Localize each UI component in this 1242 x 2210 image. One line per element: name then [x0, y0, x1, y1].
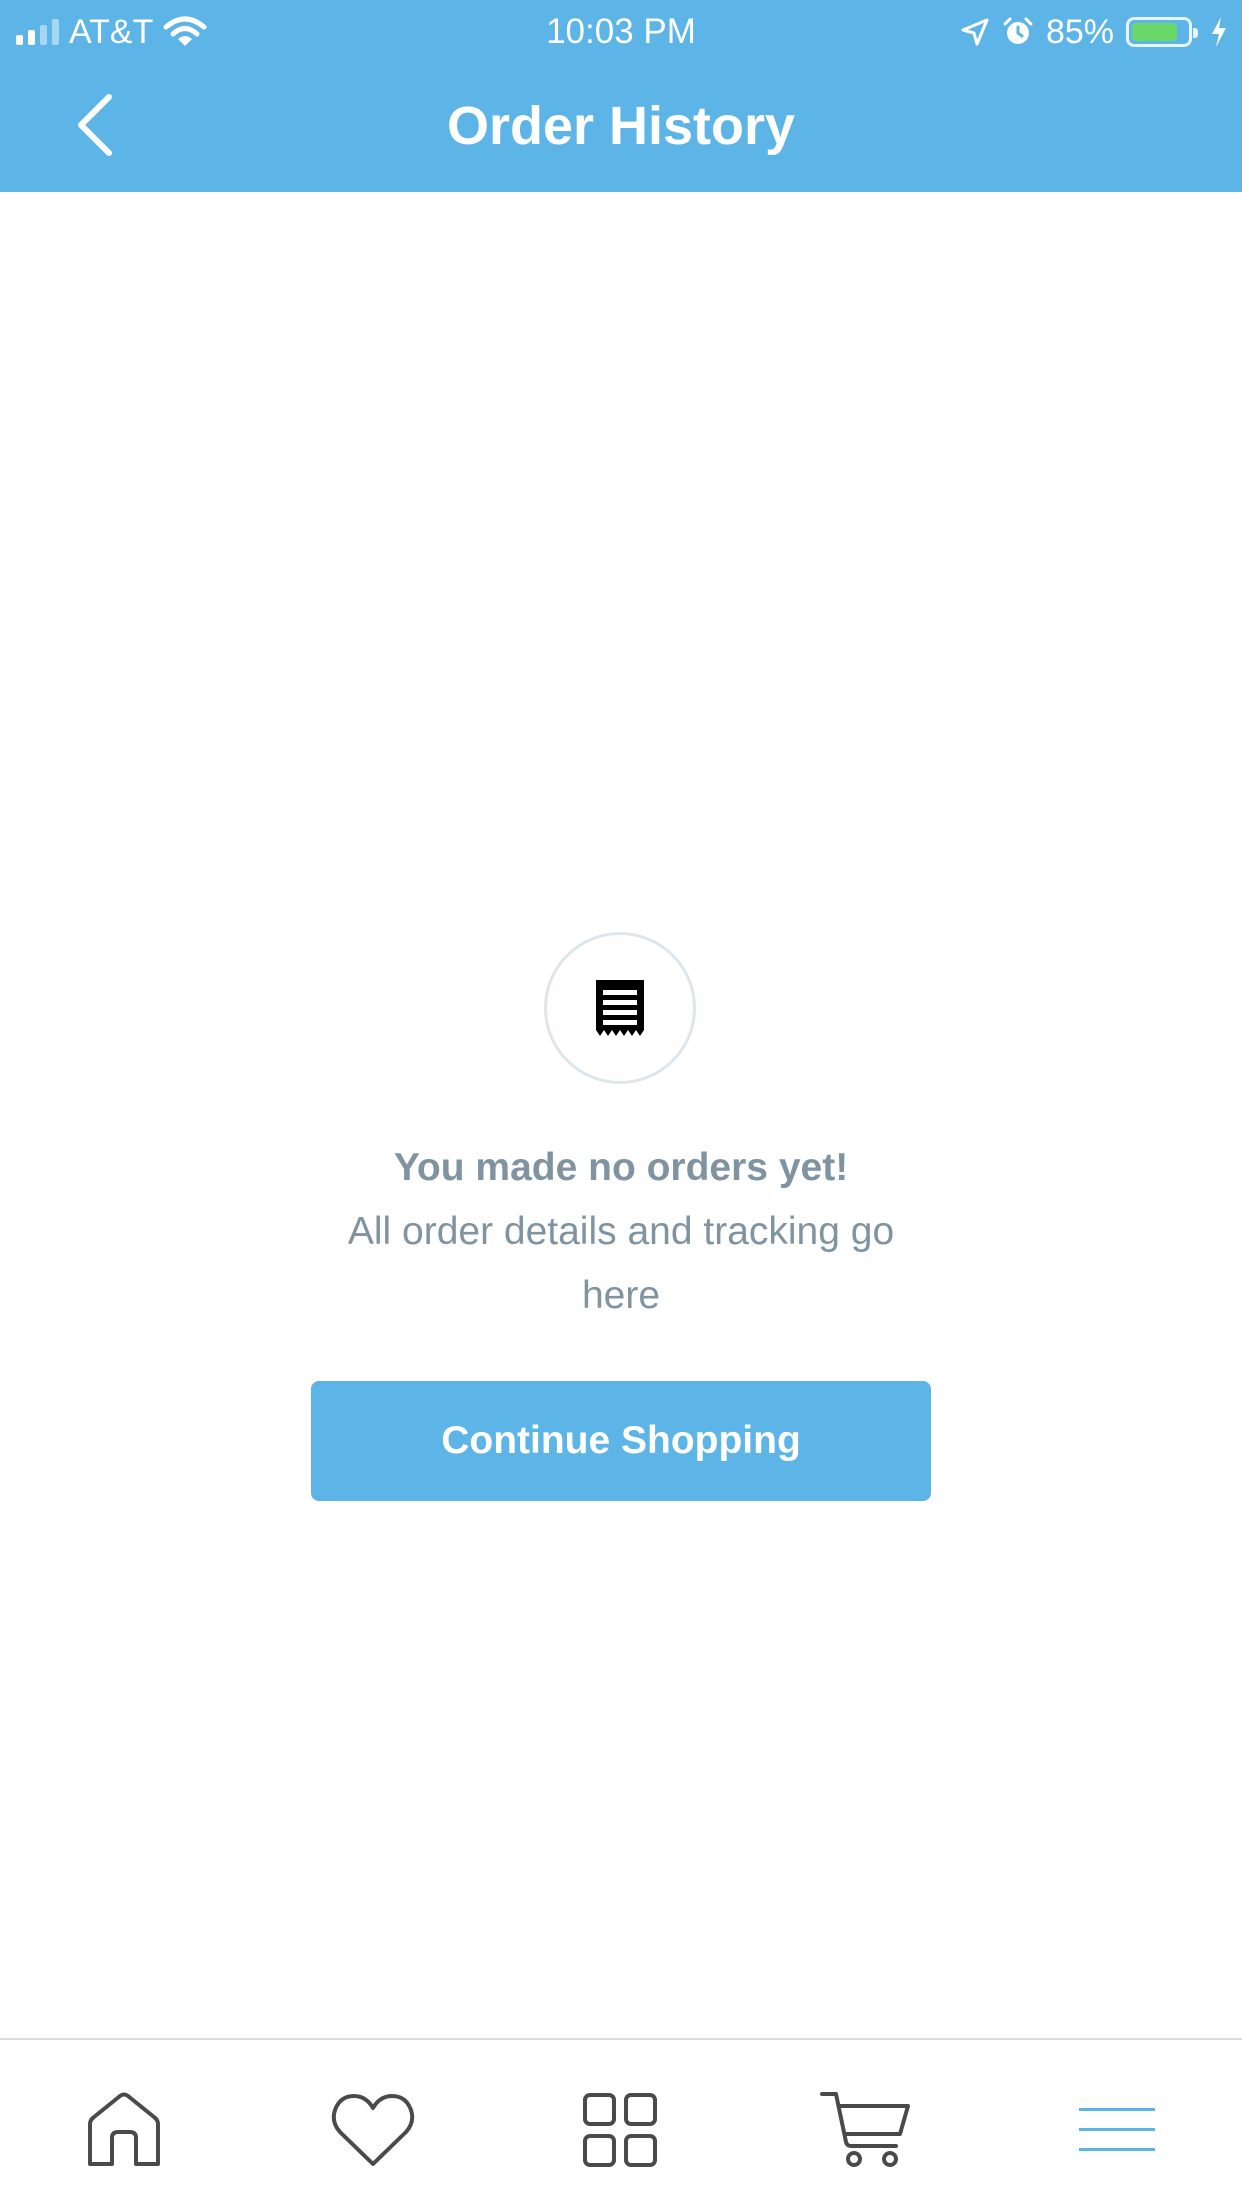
top-bar: AT&T 10:03 PM 85% Order History [0, 0, 1242, 192]
tab-menu[interactable] [1067, 2080, 1167, 2180]
tab-home[interactable] [74, 2080, 174, 2180]
empty-state-title: You made no orders yet! [393, 1146, 849, 1189]
tab-favorites[interactable] [323, 2080, 423, 2180]
menu-icon [1079, 2108, 1155, 2151]
alarm-icon [1003, 17, 1033, 44]
heart-icon [331, 2094, 415, 2166]
continue-shopping-button[interactable]: Continue Shopping [311, 1381, 931, 1501]
grid-icon [583, 2093, 657, 2167]
cart-icon [820, 2092, 910, 2167]
home-icon [88, 2092, 160, 2166]
status-right: 85% [960, 8, 1228, 56]
battery-level [1132, 23, 1177, 41]
page-title: Order History [446, 96, 796, 156]
empty-state-subtitle: All order details and tracking go here [347, 1210, 895, 1317]
charging-icon [1212, 17, 1226, 47]
bottom-tab-bar [0, 2038, 1242, 2210]
battery-icon [1126, 17, 1198, 47]
battery-percent: 85% [1045, 12, 1114, 51]
location-icon [961, 18, 989, 46]
tab-cart[interactable] [816, 2080, 916, 2180]
tab-categories[interactable] [570, 2080, 670, 2180]
empty-state-icon-circle [544, 932, 696, 1084]
receipt-icon [596, 980, 644, 1036]
